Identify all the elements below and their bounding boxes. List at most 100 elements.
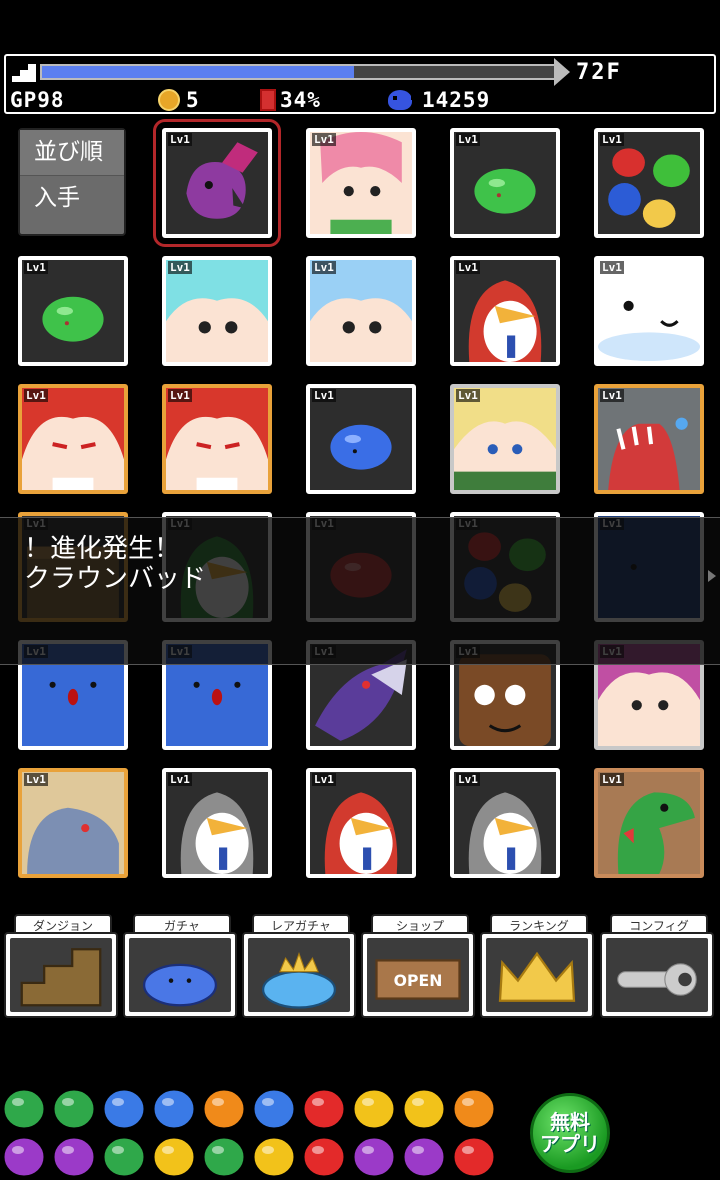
level-badge: Lv1 [168, 389, 192, 402]
monster-card[interactable]: Lv1 [18, 384, 128, 494]
candy-shine [362, 1098, 374, 1106]
candy-piece [253, 1089, 295, 1129]
status-bar: 72F GP98 5 34% 14259 [4, 54, 716, 114]
candy-shine [212, 1098, 224, 1106]
coin-value: 5 [186, 88, 200, 112]
color-slime-cluster-portrait [608, 148, 690, 228]
svg-text:OPEN: OPEN [394, 971, 443, 990]
crowned-slime-icon [262, 952, 336, 1009]
ad-banner[interactable]: 無料 アプリ [0, 1083, 640, 1180]
blue-haired-girl-portrait [310, 260, 412, 362]
level-badge: Lv1 [168, 261, 192, 274]
level-badge: Lv1 [168, 773, 192, 786]
monster-card[interactable]: Lv1 [594, 128, 704, 238]
menu-button-face: OPEN [367, 938, 469, 1012]
candy-shine [62, 1098, 74, 1106]
free-app-badge[interactable]: 無料 アプリ [530, 1093, 610, 1173]
sort-panel: 並び順 入手 [18, 128, 126, 236]
food-value: 34% [280, 88, 321, 112]
sort-obtained-button[interactable]: 入手 [20, 176, 124, 222]
blue-slime-portrait [330, 424, 392, 470]
monster-card[interactable]: Lv1 [450, 768, 560, 878]
menu-button-crown[interactable]: ランキング [480, 914, 594, 1018]
monster-card[interactable]: Lv1 [162, 384, 272, 494]
candy-shine [12, 1146, 24, 1154]
level-badge: Lv1 [168, 133, 192, 146]
level-badge: Lv1 [456, 389, 480, 402]
monster-card[interactable]: Lv1 [306, 384, 416, 494]
monster-card[interactable]: Lv1 [162, 768, 272, 878]
floor-label: 72F [576, 60, 622, 85]
menu-button-open-sign[interactable]: ショップ OPEN [361, 914, 475, 1018]
level-badge: Lv1 [600, 389, 624, 402]
candy-shine [412, 1146, 424, 1154]
next-arrow-icon [708, 570, 716, 582]
blue-dragon-portrait [22, 772, 124, 874]
monster-card[interactable]: Lv1 [306, 768, 416, 878]
candy-piece [453, 1089, 495, 1129]
evolution-notice[interactable]: ！進化発生！ クラウンバッド [0, 517, 720, 665]
menu-button-crowned-slime[interactable]: レアガチャ [242, 914, 356, 1018]
ad-badge-line2: アプリ [540, 1132, 600, 1156]
level-badge: Lv1 [24, 389, 48, 402]
red-penguin-portrait [324, 792, 398, 874]
candy-shine [12, 1098, 24, 1106]
candy-piece [3, 1137, 45, 1177]
pink-haired-girl-portrait [310, 132, 412, 234]
monster-card[interactable]: Lv1 [594, 768, 704, 878]
grey-dragon-portrait [598, 388, 700, 490]
monster-card[interactable]: Lv1 [153, 119, 281, 247]
candy-piece [453, 1137, 495, 1177]
monster-card[interactable]: Lv1 [450, 384, 560, 494]
menu-button-wrench[interactable]: コンフィグ [600, 914, 714, 1018]
progress-arrow-icon [554, 58, 570, 86]
blonde-elf-portrait [454, 388, 556, 490]
candy-piece [3, 1089, 45, 1129]
menu-button-face [129, 938, 231, 1012]
monster-card[interactable]: Lv1 [450, 128, 560, 238]
level-badge: Lv1 [312, 389, 336, 402]
menu-button-face [486, 938, 588, 1012]
monster-card[interactable]: Lv1 [18, 256, 128, 366]
sort-order-button[interactable]: 並び順 [20, 130, 124, 176]
mana-icon [388, 90, 415, 110]
monster-card[interactable]: Lv1 [594, 384, 704, 494]
level-badge: Lv1 [24, 261, 48, 274]
candy-piece [53, 1089, 95, 1129]
menu-button-face [248, 938, 350, 1012]
menu-button-blue-slime[interactable]: ガチャ [123, 914, 237, 1018]
stairs-icon [12, 64, 36, 82]
evolution-monster-name: クラウンバッド [24, 564, 207, 594]
monster-card[interactable]: Lv1 [594, 256, 704, 366]
candy-piece [103, 1137, 145, 1177]
monster-card[interactable]: Lv1 [162, 256, 272, 366]
menu-button-frame [4, 932, 118, 1018]
candy-shine [312, 1146, 324, 1154]
candy-piece [153, 1137, 195, 1177]
monster-card[interactable]: Lv1 [450, 256, 560, 366]
food-icon [260, 89, 276, 111]
candy-piece [153, 1089, 195, 1129]
green-slime-portrait [474, 168, 536, 214]
candy-shine [362, 1146, 374, 1154]
candy-shine [462, 1146, 474, 1154]
monster-card[interactable]: Lv1 [18, 768, 128, 878]
coin-counter: 5 [158, 88, 200, 112]
menu-button-dungeon-stairs[interactable]: ダンジョン [4, 914, 118, 1018]
floor-progress-bar [40, 64, 556, 80]
candy-shine [112, 1098, 124, 1106]
menu-button-frame [123, 932, 237, 1018]
monster-card[interactable]: Lv1 [306, 256, 416, 366]
candy-shine [262, 1146, 274, 1154]
grey-penguin-portrait [468, 792, 542, 874]
candy-piece [403, 1089, 445, 1129]
monster-card[interactable]: Lv1 [306, 128, 416, 238]
menu-button-face [606, 938, 708, 1012]
open-sign-icon: OPEN [375, 959, 461, 1000]
candy-piece [203, 1137, 245, 1177]
gp-value: GP98 [10, 88, 65, 112]
candy-shine [162, 1146, 174, 1154]
menu-button-frame: OPEN [361, 932, 475, 1018]
candy-ad-image [3, 1089, 495, 1177]
level-badge: Lv1 [600, 133, 624, 146]
